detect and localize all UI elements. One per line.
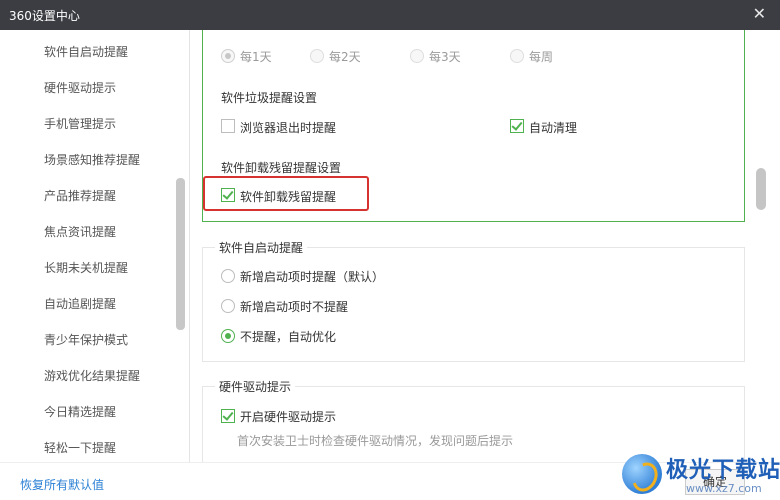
- sidebar-item-scene[interactable]: 场景感知推荐提醒: [44, 151, 140, 168]
- autostart-radio-silent[interactable]: [221, 299, 235, 313]
- sidebar-item-drama[interactable]: 自动追剧提醒: [44, 295, 116, 312]
- freq-label-1day: 每1天: [240, 50, 272, 64]
- driver-legend: 硬件驱动提示: [215, 378, 296, 395]
- close-icon[interactable]: ✕: [753, 4, 766, 23]
- sidebar-item-teen[interactable]: 青少年保护模式: [44, 331, 128, 348]
- auto-clean-label[interactable]: 自动清理: [529, 119, 577, 136]
- watermark: 极光下载站 www.xz7.com: [622, 452, 780, 500]
- autostart-label-optimize[interactable]: 不提醒，自动优化: [240, 328, 336, 345]
- autostart-legend: 软件自启动提醒: [215, 239, 308, 256]
- sidebar-item-picks[interactable]: 今日精选提醒: [44, 403, 116, 420]
- restore-defaults-link[interactable]: 恢复所有默认值: [20, 476, 104, 493]
- driver-hint: 首次安装卫士时检查硬件驱动情况，发现问题后提示: [237, 434, 514, 448]
- freq-radio-1day[interactable]: [221, 49, 235, 63]
- sidebar-item-driver[interactable]: 硬件驱动提示: [44, 79, 116, 96]
- freq-label-3day: 每3天: [429, 50, 461, 64]
- sidebar-item-phone[interactable]: 手机管理提示: [44, 115, 116, 132]
- window-title: 360设置中心: [9, 9, 80, 23]
- sidebar-item-game[interactable]: 游戏优化结果提醒: [44, 367, 140, 384]
- auto-clean-checkbox[interactable]: [510, 119, 524, 133]
- watermark-text: 极光下载站: [666, 458, 780, 483]
- watermark-url: www.xz7.com: [686, 482, 762, 495]
- driver-enable-checkbox[interactable]: [221, 409, 235, 423]
- freq-radio-2day[interactable]: [310, 49, 324, 63]
- freq-radio-week[interactable]: [510, 49, 524, 63]
- uninstall-heading: 软件卸载残留提醒设置: [221, 161, 342, 175]
- browser-exit-label[interactable]: 浏览器退出时提醒: [240, 119, 336, 136]
- sidebar-item-relax[interactable]: 轻松一下提醒: [44, 439, 116, 456]
- autostart-label-notify[interactable]: 新增启动项时提醒（默认）: [240, 268, 384, 285]
- sidebar-item-autostart[interactable]: 软件自启动提醒: [44, 43, 128, 60]
- autostart-label-silent[interactable]: 新增启动项时不提醒: [240, 298, 348, 315]
- autostart-radio-notify[interactable]: [221, 269, 235, 283]
- driver-enable-label[interactable]: 开启硬件驱动提示: [240, 408, 336, 425]
- main-scrollbar[interactable]: [756, 168, 766, 210]
- browser-exit-checkbox[interactable]: [221, 119, 235, 133]
- sidebar-scrollbar[interactable]: [176, 178, 185, 330]
- sidebar-item-product[interactable]: 产品推荐提醒: [44, 187, 116, 204]
- main-panel: 每1天 每2天 每3天 每周 软件垃圾提醒设置 浏览器退出时提醒 自动清理 软件…: [190, 30, 780, 462]
- freq-label-2day: 每2天: [329, 50, 361, 64]
- sidebar-item-shutdown[interactable]: 长期未关机提醒: [44, 259, 128, 276]
- junk-heading: 软件垃圾提醒设置: [221, 91, 318, 105]
- watermark-logo-icon: [622, 454, 662, 494]
- sidebar-item-news[interactable]: 焦点资讯提醒: [44, 223, 116, 240]
- sidebar: 软件自启动提醒 硬件驱动提示 手机管理提示 场景感知推荐提醒 产品推荐提醒 焦点…: [0, 30, 190, 462]
- freq-label-week: 每周: [529, 50, 554, 64]
- title-bar: 360设置中心 ✕: [0, 0, 780, 30]
- autostart-radio-optimize[interactable]: [221, 329, 235, 343]
- freq-radio-3day[interactable]: [410, 49, 424, 63]
- highlight-box: [203, 176, 369, 211]
